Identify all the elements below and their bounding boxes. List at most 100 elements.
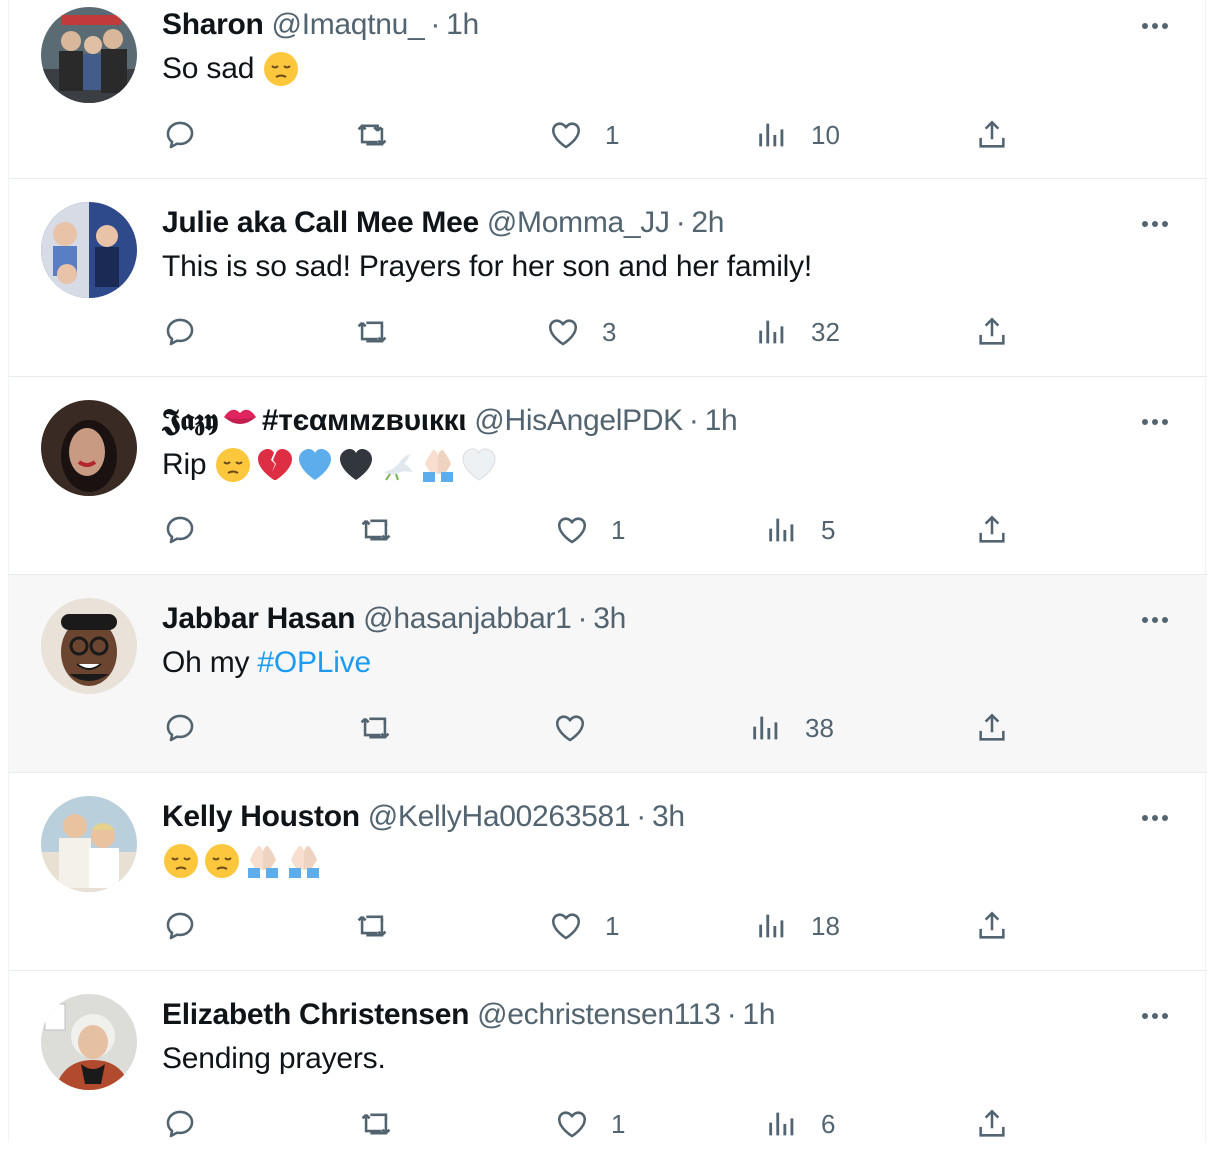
display-name[interactable]: Jabbar Hasan: [162, 602, 355, 636]
view-count: 5: [821, 514, 836, 545]
retweet-button[interactable]: [355, 901, 411, 951]
retweet-icon: [358, 711, 392, 745]
retweet-button[interactable]: [355, 110, 411, 160]
more-icon[interactable]: [1137, 1004, 1173, 1028]
avatar[interactable]: [41, 994, 137, 1090]
retweet-button[interactable]: [359, 505, 415, 555]
reply-icon: [163, 118, 197, 152]
like-count: 1: [611, 514, 626, 545]
retweet-icon: [355, 118, 389, 152]
timestamp[interactable]: 2h: [691, 206, 724, 240]
black-heart-icon: [337, 446, 375, 484]
views-button[interactable]: 18: [755, 901, 840, 951]
user-handle[interactable]: @HisAngelPDK: [474, 404, 683, 438]
action-bar: 1 5: [9, 505, 1207, 555]
retweet-button[interactable]: [358, 703, 414, 753]
views-icon: [765, 513, 799, 547]
views-button[interactable]: 32: [755, 307, 840, 357]
reply-button[interactable]: [163, 307, 219, 357]
heart-icon: [553, 711, 587, 745]
display-name[interactable]: 𝕵𝖆𝖟𝖞: [162, 404, 218, 438]
tweet[interactable]: Elizabeth Christensen @echristensen113 ·…: [9, 971, 1207, 1142]
heart-icon: [546, 315, 580, 349]
share-icon: [975, 1107, 1009, 1141]
tweet[interactable]: Jabbar Hasan @hasanjabbar1 · 3h Oh my #O…: [9, 575, 1207, 773]
timestamp[interactable]: 1h: [705, 404, 738, 438]
separator: ·: [430, 8, 441, 41]
reply-feed: Sharon @Imaqtnu_ · 1h So sad 1 10 Julie …: [8, 0, 1207, 1142]
views-icon: [755, 315, 789, 349]
dove-icon: [378, 446, 416, 484]
timestamp[interactable]: 3h: [593, 602, 626, 636]
views-button[interactable]: 5: [765, 505, 835, 555]
user-handle[interactable]: @Imaqtnu_: [272, 8, 425, 42]
retweet-icon: [355, 315, 389, 349]
timestamp[interactable]: 1h: [446, 8, 479, 42]
tweet[interactable]: Julie aka Call Mee Mee @Momma_JJ · 2h Th…: [9, 179, 1207, 377]
heart-icon: [549, 118, 583, 152]
tweet-text: [162, 840, 326, 882]
share-icon: [975, 118, 1009, 152]
like-button[interactable]: 1: [549, 110, 619, 160]
user-handle[interactable]: @KellyHa00263581: [368, 800, 631, 834]
display-name[interactable]: Julie aka Call Mee Mee: [162, 206, 479, 240]
user-handle[interactable]: @Momma_JJ: [487, 206, 670, 240]
tweet-header: Elizabeth Christensen @echristensen113 ·…: [162, 996, 775, 1034]
tweet[interactable]: 𝕵𝖆𝖟𝖞 #тєαммzвυιккι @HisAngelPDK · 1h Rip: [9, 377, 1207, 575]
reply-button[interactable]: [163, 110, 219, 160]
white-heart-icon: [460, 446, 498, 484]
action-bar: 1 18: [9, 901, 1207, 951]
like-button[interactable]: 1: [555, 505, 625, 555]
retweet-button[interactable]: [355, 307, 411, 357]
user-handle[interactable]: @echristensen113: [477, 998, 721, 1032]
like-button[interactable]: [553, 703, 609, 753]
more-icon[interactable]: [1137, 14, 1173, 38]
views-icon: [755, 909, 789, 943]
user-handle[interactable]: @hasanjabbar1: [363, 602, 572, 636]
avatar[interactable]: [41, 796, 137, 892]
tweet-text: Oh my #OPLive: [162, 642, 371, 684]
tweet-body: This is so sad! Prayers for her son and …: [162, 250, 813, 283]
timestamp[interactable]: 1h: [742, 998, 775, 1032]
tweet[interactable]: Sharon @Imaqtnu_ · 1h So sad 1 10: [9, 0, 1207, 179]
avatar[interactable]: [41, 400, 137, 496]
display-name[interactable]: Kelly Houston: [162, 800, 360, 834]
tweet-header: Jabbar Hasan @hasanjabbar1 · 3h: [162, 600, 626, 638]
share-button[interactable]: [975, 505, 1009, 555]
hashtag-link[interactable]: #OPLive: [257, 646, 371, 680]
avatar[interactable]: [41, 202, 137, 298]
more-icon[interactable]: [1137, 806, 1173, 830]
share-button[interactable]: [975, 307, 1009, 357]
views-button[interactable]: 10: [755, 110, 840, 160]
more-icon[interactable]: [1137, 212, 1173, 236]
avatar[interactable]: [41, 7, 137, 103]
avatar[interactable]: [41, 598, 137, 694]
tweet-text: Rip: [162, 444, 501, 486]
like-button[interactable]: 1: [549, 901, 619, 951]
reply-button[interactable]: [163, 703, 219, 753]
share-button[interactable]: [975, 110, 1009, 160]
view-count: 32: [811, 316, 840, 347]
views-icon: [765, 1107, 799, 1141]
share-button[interactable]: [975, 901, 1009, 951]
display-name[interactable]: Sharon: [162, 8, 264, 42]
tweet-text: So sad: [162, 48, 303, 90]
like-count: 1: [605, 119, 620, 150]
views-button[interactable]: 38: [749, 703, 834, 753]
like-button[interactable]: 3: [546, 307, 616, 357]
share-button[interactable]: [975, 703, 1009, 753]
heart-icon: [549, 909, 583, 943]
retweet-icon: [359, 1107, 393, 1141]
display-name-suffix[interactable]: #тєαммzвυιккι: [262, 404, 467, 438]
more-icon[interactable]: [1137, 410, 1173, 434]
tweet[interactable]: Kelly Houston @KellyHa00263581 · 3h 1 18: [9, 773, 1207, 971]
heart-icon: [555, 513, 589, 547]
reply-button[interactable]: [163, 505, 219, 555]
timestamp[interactable]: 3h: [652, 800, 685, 834]
reply-button[interactable]: [163, 901, 219, 951]
tweet-header: Kelly Houston @KellyHa00263581 · 3h: [162, 798, 685, 836]
reply-icon: [163, 315, 197, 349]
share-icon: [975, 909, 1009, 943]
display-name[interactable]: Elizabeth Christensen: [162, 998, 469, 1032]
more-icon[interactable]: [1137, 608, 1173, 632]
